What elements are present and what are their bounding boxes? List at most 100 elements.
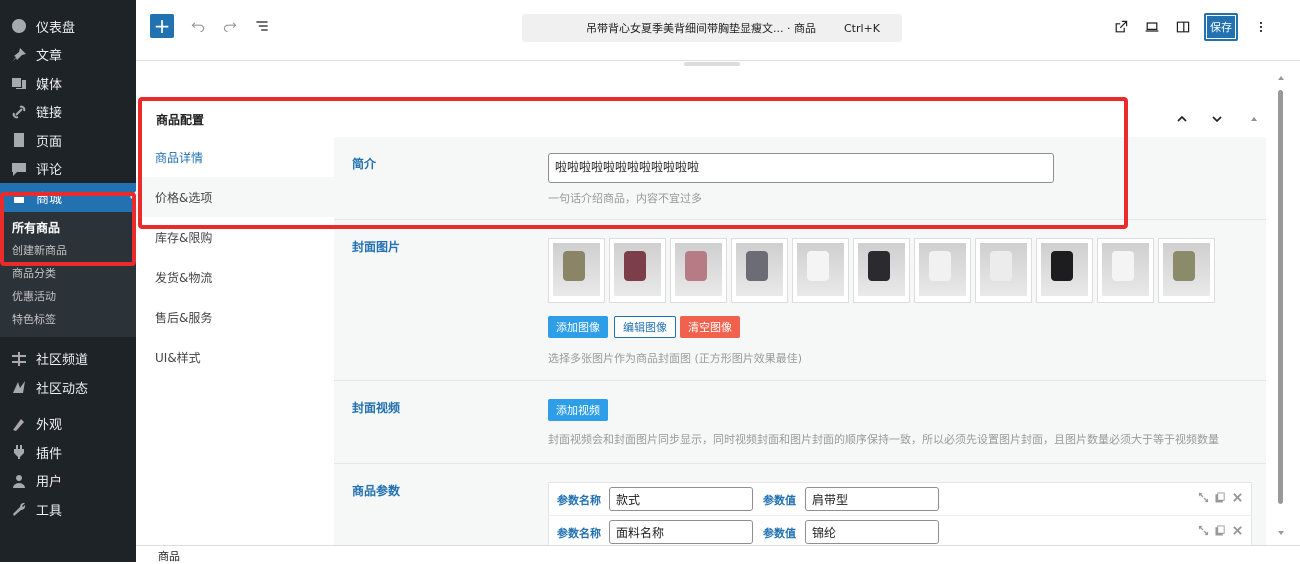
tab-0[interactable]: 商品详情 [136,137,334,177]
link-icon [10,103,28,121]
store-icon [10,188,28,206]
cover-images-row: 封面图片 添加图像 编辑图像 清空图像 选择多张图片作为商品封面图 (正方形图片… [334,220,1266,381]
sidebar-item-pin[interactable]: 文章 [0,41,136,70]
list-view-icon [256,21,268,31]
sidebar-item-appearance[interactable]: 外观 [0,410,136,439]
cover-thumbnail[interactable] [792,238,849,303]
document-title: 吊带背心女夏季美背细间带胸垫显瘦文... · 商品 [586,22,816,35]
cover-thumbnail[interactable] [1158,238,1215,303]
document-overview-button[interactable] [252,16,272,36]
copy-icon[interactable] [1215,525,1226,536]
param-value-label: 参数值 [763,494,796,507]
sidebar-item-store[interactable]: 商城 [0,183,136,212]
cover-thumbnail[interactable] [548,238,605,303]
external-link-icon [1115,20,1128,33]
add-block-button[interactable]: + [150,14,174,38]
sidebar-item-plugin[interactable]: 插件 [0,438,136,467]
pin-icon [10,46,28,64]
cover-images-label: 封面图片 [352,240,401,254]
scroll-up-icon[interactable] [1277,74,1285,82]
submenu-item[interactable]: 特色标签 [0,308,136,331]
save-button[interactable]: 保存 [1204,13,1238,41]
meta-box-title: 商品配置 [156,113,205,127]
sidebar-item-label: 页面 [36,134,63,150]
scroll-down-icon[interactable] [1277,529,1285,537]
cover-thumbnail[interactable] [975,238,1032,303]
submenu-item[interactable]: 商品分类 [0,262,136,285]
cover-images-hint: 选择多张图片作为商品封面图 (正方形图片效果最佳) [548,352,803,365]
cover-thumbnail[interactable] [914,238,971,303]
submenu-item[interactable]: 创建新商品 [0,239,136,262]
expand-icon[interactable] [1198,492,1209,503]
redo-button[interactable] [220,16,240,36]
copy-icon[interactable] [1215,492,1226,503]
cover-thumbnail[interactable] [1036,238,1093,303]
add-image-button[interactable]: 添加图像 [548,316,608,338]
remove-icon[interactable] [1232,525,1243,536]
product-params-label: 商品参数 [352,484,401,498]
submenu-item[interactable]: 优惠活动 [0,285,136,308]
tab-3[interactable]: 发货&物流 [136,257,334,297]
store-submenu: 所有商品 创建新商品 商品分类 优惠活动 特色标签 [0,211,136,337]
editor-footer: 商品 [136,545,1300,563]
cover-thumbnail[interactable] [1097,238,1154,303]
sidebar-item-activity[interactable]: 社区动态 [0,373,136,402]
redo-icon [223,22,237,33]
cover-thumbnail[interactable] [853,238,910,303]
undo-icon [191,22,205,33]
chevron-up-icon[interactable] [1176,113,1188,125]
intro-label: 简介 [352,157,377,171]
intro-row: 简介 啦啦啦啦啦啦啦啦啦啦啦啦 一句话介绍商品，内容不宜过多 [334,137,1266,220]
collapse-toggle-icon[interactable] [1250,115,1258,123]
admin-sidebar: 仪表盘 文章 媒体 链接 页面 评论 商城 所有商品 创建新商品 商品分类 优惠活动特… [0,0,136,562]
sidebar-item-label: 媒体 [36,77,63,93]
param-value-input[interactable]: 锦纶 [805,520,939,544]
preview-button[interactable] [1142,17,1162,37]
cover-thumbnail[interactable] [670,238,727,303]
param-name-label: 参数名称 [557,527,601,540]
desktop-icon [1145,22,1159,32]
chevron-down-icon[interactable] [1211,113,1223,125]
edit-image-button[interactable]: 编辑图像 [614,316,676,338]
cover-video-label: 封面视频 [352,401,401,415]
sidebar-item-user[interactable]: 用户 [0,467,136,496]
resize-handle[interactable] [684,62,740,66]
sidebar-item-comment[interactable]: 评论 [0,155,136,184]
sidebar-item-media[interactable]: 媒体 [0,69,136,98]
tab-2[interactable]: 库存&限购 [136,217,334,257]
sidebar-item-link[interactable]: 链接 [0,98,136,127]
remove-icon[interactable] [1232,492,1243,503]
add-video-button[interactable]: 添加视频 [548,399,608,421]
scrollbar-thumb[interactable] [1278,90,1283,504]
intro-textarea[interactable]: 啦啦啦啦啦啦啦啦啦啦啦啦 [548,153,1054,183]
param-name-input[interactable]: 款式 [609,487,753,511]
options-menu-button[interactable] [1254,17,1268,37]
view-post-button[interactable] [1111,17,1131,37]
sidebar-item-label: 链接 [36,106,63,122]
undo-button[interactable] [188,16,208,36]
activity-icon [10,378,28,396]
expand-icon[interactable] [1198,525,1209,536]
tab-1[interactable]: 价格&选项 [136,177,334,217]
editor-scrollbar[interactable] [1276,74,1286,544]
param-value-input[interactable]: 肩带型 [805,487,939,511]
sidebar-item-page[interactable]: 页面 [0,126,136,155]
intro-hint: 一句话介绍商品，内容不宜过多 [548,192,702,205]
cover-thumbnail[interactable] [609,238,666,303]
channel-icon [10,350,28,368]
param-name-input[interactable]: 面料名称 [609,520,753,544]
sidebar-item-tools[interactable]: 工具 [0,495,136,524]
document-title-bar[interactable]: 吊带背心女夏季美背细间带胸垫显瘦文... · 商品 Ctrl+K [522,14,902,42]
cover-video-row: 封面视频 添加视频 封面视频会和封面图片同步显示，同时视频封面和图片封面的顺序保… [334,381,1266,464]
clear-image-button[interactable]: 清空图像 [680,316,740,338]
sidebar-item-dashboard[interactable]: 仪表盘 [0,12,136,41]
cover-thumbnail[interactable] [731,238,788,303]
submenu-item[interactable]: 所有商品 [0,216,136,239]
page-icon [10,131,28,149]
product-config-tabs: 商品详情 价格&选项 库存&限购 发货&物流 售后&服务 UI&样式 [136,137,334,547]
dashboard-icon [10,17,28,35]
tab-4[interactable]: 售后&服务 [136,297,334,337]
sidebar-item-channel[interactable]: 社区频道 [0,345,136,374]
tab-5[interactable]: UI&样式 [136,337,334,377]
settings-sidebar-button[interactable] [1173,17,1193,37]
